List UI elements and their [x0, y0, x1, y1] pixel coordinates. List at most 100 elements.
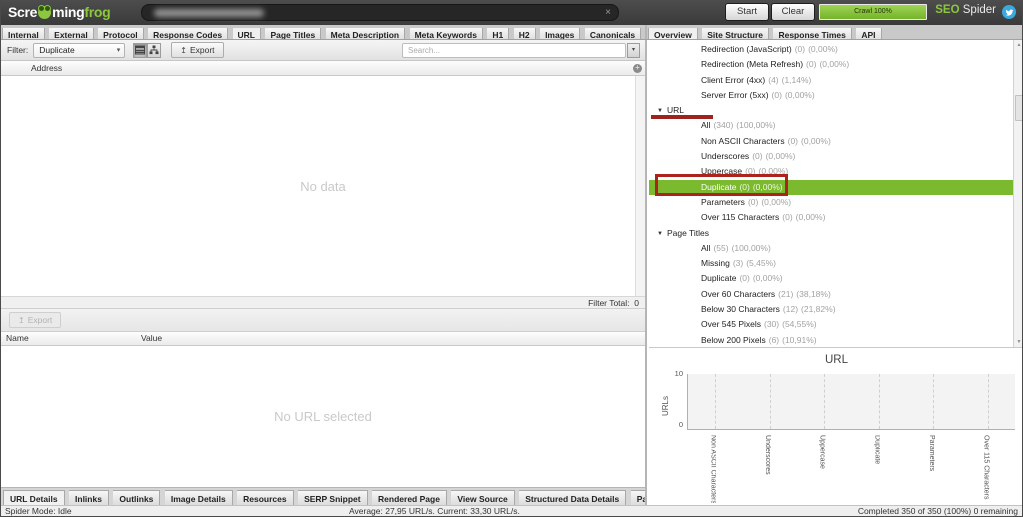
overview-row[interactable]: Server Error (5xx)(0)(0,00%)	[649, 88, 1013, 103]
twitter-icon[interactable]	[1002, 5, 1016, 19]
tab-h2[interactable]: H2	[514, 28, 536, 39]
tab-meta-description[interactable]: Meta Description	[326, 28, 406, 39]
tab-url-details[interactable]: URL Details	[3, 490, 65, 505]
value-column-header[interactable]: Value	[141, 332, 162, 345]
results-scrollbar[interactable]	[635, 76, 645, 296]
start-button[interactable]: Start	[725, 3, 769, 21]
search-input[interactable]	[402, 43, 626, 58]
overview-row[interactable]: Client Error (4xx)(4)(1,14%)	[649, 73, 1013, 88]
gridline	[770, 374, 771, 429]
gridline	[933, 374, 934, 429]
seo-spider-window: Scremingfrog × Start Clear Crawl 100% SE…	[0, 0, 1023, 517]
tab-response-times[interactable]: Response Times	[773, 28, 851, 39]
x-label: Uppercase	[819, 435, 826, 503]
gridline	[988, 374, 989, 429]
name-column-header[interactable]: Name	[6, 332, 29, 345]
address-column-header[interactable]: Address +	[1, 61, 645, 76]
overview-row[interactable]: Duplicate(0)(0,00%)	[649, 271, 1013, 286]
scroll-up-icon[interactable]: ▲	[1014, 42, 1023, 48]
detail-export-label: Export	[28, 315, 53, 325]
top-bar: Scremingfrog × Start Clear Crawl 100% SE…	[1, 0, 1022, 25]
app-logo: Scremingfrog	[8, 3, 110, 22]
gridline	[715, 374, 716, 429]
overview-row[interactable]: Below 200 Pixels(6)(10,91%)	[649, 333, 1013, 347]
overview-row[interactable]: Redirection (JavaScript)(0)(0,00%)	[649, 42, 1013, 57]
overview-row[interactable]: Non ASCII Characters(0)(0,00%)	[649, 134, 1013, 149]
tab-url[interactable]: URL	[233, 28, 261, 39]
tab-inlinks[interactable]: Inlinks	[69, 490, 109, 505]
tab-api[interactable]: API	[856, 28, 881, 39]
detail-tab-bar: URL Details Inlinks Outlinks Image Detai…	[1, 487, 645, 505]
overview-row[interactable]: Below 30 Characters(12)(21,82%)	[649, 302, 1013, 317]
clear-button[interactable]: Clear	[771, 3, 815, 21]
tab-pagespeed-details[interactable]: PageSpeed Details	[631, 490, 645, 505]
overview-scrollbar[interactable]: ▲ ▼	[1013, 40, 1023, 347]
overview-row[interactable]: Over 115 Characters(0)(0,00%)	[649, 210, 1013, 225]
overview-section-page-titles[interactable]: ▼Page Titles	[649, 226, 1013, 241]
filter-dropdown-value: Duplicate	[39, 45, 74, 55]
tab-resources[interactable]: Resources	[237, 490, 293, 505]
url-input[interactable]: ×	[141, 4, 619, 21]
frog-logo-icon	[38, 6, 51, 19]
tree-view-button[interactable]	[147, 43, 161, 58]
tree-view-icon	[149, 45, 159, 55]
gridline	[879, 374, 880, 429]
overview-row[interactable]: Parameters(0)(0,00%)	[649, 195, 1013, 210]
tab-rendered-page[interactable]: Rendered Page	[372, 490, 447, 505]
tab-overview[interactable]: Overview	[648, 28, 698, 39]
filter-dropdown[interactable]: Duplicate ▾	[33, 43, 125, 58]
tab-images[interactable]: Images	[540, 28, 580, 39]
columns-config-icon[interactable]: +	[633, 64, 642, 73]
logo-text-frog: frog	[84, 4, 110, 20]
detail-toolbar: ↥Export	[1, 309, 645, 332]
detail-table-empty: No URL selected	[1, 346, 645, 487]
tab-canonicals[interactable]: Canonicals	[585, 28, 641, 39]
red-underline-annotation	[651, 115, 713, 119]
results-table-empty: No data	[1, 76, 645, 296]
overview-row[interactable]: All(340)(100,00%)	[649, 118, 1013, 133]
overview-row[interactable]: Underscores(0)(0,00%)	[649, 149, 1013, 164]
tab-h1[interactable]: H1	[487, 28, 509, 39]
overview-row[interactable]: Uppercase(0)(0,00%)	[649, 164, 1013, 179]
brand-seo: SEO	[935, 4, 959, 16]
export-button[interactable]: ↥Export	[171, 42, 223, 58]
detail-export-button[interactable]: ↥Export	[9, 312, 61, 328]
overview-list: Redirection (JavaScript)(0)(0,00%) Redir…	[649, 40, 1023, 347]
tab-view-source[interactable]: View Source	[451, 490, 514, 505]
tab-image-details[interactable]: Image Details	[165, 490, 233, 505]
tab-row: Internal External Protocol Response Code…	[1, 25, 1022, 40]
x-label: Non ASCII Characters	[709, 435, 716, 503]
overview-row[interactable]: Missing(3)(5,45%)	[649, 256, 1013, 271]
brand-spider: Spider	[963, 4, 996, 16]
clear-url-icon[interactable]: ×	[605, 6, 611, 20]
chevron-down-icon: ▾	[117, 44, 121, 57]
tab-meta-keywords[interactable]: Meta Keywords	[410, 28, 483, 39]
search-options-button[interactable]: ▾	[627, 43, 640, 58]
list-view-button[interactable]	[133, 43, 147, 58]
tab-outlinks[interactable]: Outlinks	[113, 490, 160, 505]
tab-internal[interactable]: Internal	[2, 28, 45, 39]
tab-serp-snippet[interactable]: SERP Snippet	[298, 490, 368, 505]
tab-site-structure[interactable]: Site Structure	[702, 28, 769, 39]
no-url-selected-text: No URL selected	[274, 409, 372, 424]
y-tick-10: 10	[653, 369, 683, 378]
overview-row[interactable]: Redirection (Meta Refresh)(0)(0,00%)	[649, 57, 1013, 72]
export-icon: ↥	[180, 46, 187, 55]
main-tab-bar: Internal External Protocol Response Code…	[1, 25, 647, 39]
tab-response-codes[interactable]: Response Codes	[148, 28, 228, 39]
filter-toolbar: Filter: Duplicate▾ ↥Export ▾	[1, 40, 645, 61]
overview-row[interactable]: All(55)(100,00%)	[649, 241, 1013, 256]
chart-plot-area	[687, 374, 1015, 430]
scrollbar-thumb[interactable]	[1015, 95, 1023, 121]
overview-row[interactable]: Over 60 Characters(21)(38,18%)	[649, 287, 1013, 302]
detail-table-header: Name Value	[1, 332, 645, 346]
scroll-down-icon[interactable]: ▼	[1014, 339, 1023, 345]
filter-total-label: Filter Total:	[588, 298, 629, 308]
tab-structured-data-details[interactable]: Structured Data Details	[519, 490, 626, 505]
tab-external[interactable]: External	[49, 28, 94, 39]
tab-page-titles[interactable]: Page Titles	[265, 28, 321, 39]
tab-protocol[interactable]: Protocol	[98, 28, 143, 39]
x-label: Underscores	[764, 435, 771, 503]
overview-row-duplicate-selected[interactable]: Duplicate(0)(0,00%)	[649, 180, 1013, 195]
overview-row[interactable]: Over 545 Pixels(30)(54,55%)	[649, 317, 1013, 332]
